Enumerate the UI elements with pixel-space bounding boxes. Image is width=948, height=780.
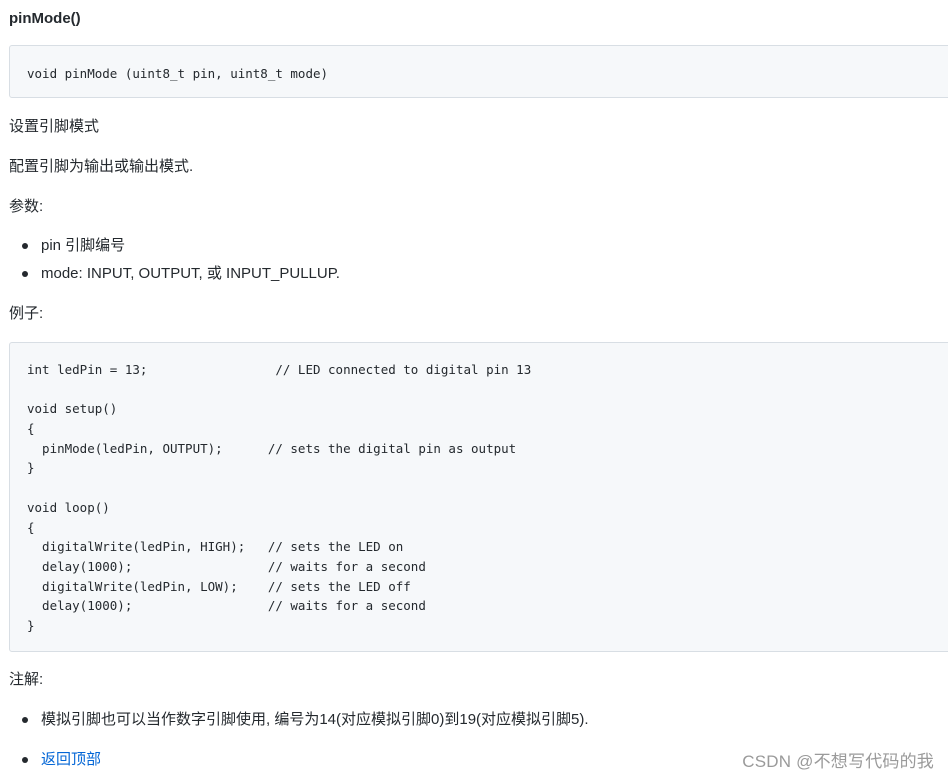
function-heading: pinMode() <box>9 10 81 27</box>
notes-list: 模拟引脚也可以当作数字引脚使用, 编号为14(对应模拟引脚0)到19(对应模拟引… <box>9 709 589 777</box>
bullet-dot-icon <box>22 271 28 277</box>
description-text: 配置引脚为输出或输出模式. <box>9 158 194 175</box>
code-line: delay(1000); // waits for a second <box>27 598 426 614</box>
bullet-dot-icon <box>22 717 28 723</box>
signature-code-line: void pinMode (uint8_t pin, uint8_t mode) <box>27 66 329 81</box>
code-line: { <box>27 421 35 437</box>
params-label: 参数: <box>9 198 44 215</box>
back-to-top-link[interactable]: 返回顶部 <box>41 751 101 768</box>
param-item: mode: INPUT, OUTPUT, 或 INPUT_PULLUP. <box>9 263 340 291</box>
note-item: 模拟引脚也可以当作数字引脚使用, 编号为14(对应模拟引脚0)到19(对应模拟引… <box>9 709 589 749</box>
example-label: 例子: <box>9 305 44 322</box>
code-line: void setup() <box>27 401 118 417</box>
notes-label: 注解: <box>9 671 44 688</box>
back-to-top-item: 返回顶部 <box>9 749 589 777</box>
code-line: { <box>27 519 35 535</box>
code-line: digitalWrite(ledPin, LOW); // sets the L… <box>27 578 411 594</box>
signature-code-block: void pinMode (uint8_t pin, uint8_t mode) <box>9 45 948 98</box>
code-line: void loop() <box>27 499 110 515</box>
csdn-watermark: CSDN @不想写代码的我 <box>742 752 934 771</box>
param-item: pin 引脚编号 <box>9 235 340 263</box>
param-item-text: mode: INPUT, OUTPUT, 或 INPUT_PULLUP. <box>41 265 340 282</box>
summary-text: 设置引脚模式 <box>9 118 100 135</box>
note-item-text: 模拟引脚也可以当作数字引脚使用, 编号为14(对应模拟引脚0)到19(对应模拟引… <box>41 711 589 728</box>
code-line: } <box>27 617 35 633</box>
bullet-dot-icon <box>22 243 28 249</box>
code-line: delay(1000); // waits for a second <box>27 558 426 574</box>
param-item-text: pin 引脚编号 <box>41 237 126 254</box>
code-line: int ledPin = 13; // LED connected to dig… <box>27 362 532 377</box>
code-line: digitalWrite(ledPin, HIGH); // sets the … <box>27 539 404 555</box>
code-line: } <box>27 460 35 476</box>
example-code-block: int ledPin = 13; // LED connected to dig… <box>9 342 948 652</box>
doc-page: pinMode() void pinMode (uint8_t pin, uin… <box>0 0 948 780</box>
code-line: pinMode(ledPin, OUTPUT); // sets the dig… <box>27 440 517 456</box>
params-list: pin 引脚编号 mode: INPUT, OUTPUT, 或 INPUT_PU… <box>9 235 340 291</box>
bullet-dot-icon <box>22 757 28 763</box>
